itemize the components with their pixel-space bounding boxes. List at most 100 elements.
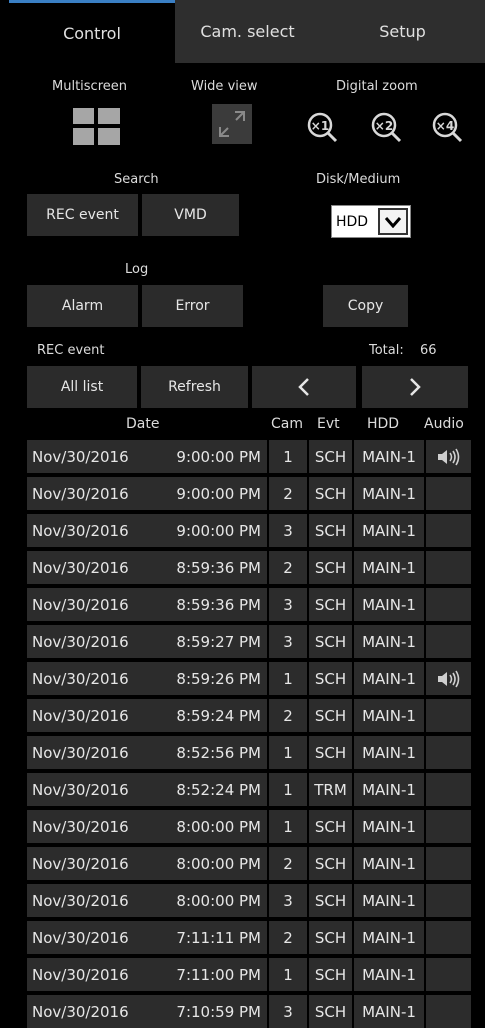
time-text: 9:00:00 PM — [176, 484, 261, 503]
multiscreen-icon[interactable] — [73, 108, 120, 145]
time-text: 8:59:27 PM — [176, 632, 261, 651]
hdd-cell: MAIN-1 — [354, 921, 424, 954]
cam-cell: 1 — [269, 773, 307, 806]
date-text: Nov/30/2016 — [32, 521, 129, 540]
date-text: Nov/30/2016 — [32, 1002, 129, 1021]
vmd-search-button[interactable]: VMD — [142, 194, 239, 236]
date-cell: Nov/30/2016 8:52:24 PM — [27, 773, 267, 806]
cam-cell: 1 — [269, 958, 307, 991]
time-text: 8:59:26 PM — [176, 669, 261, 688]
table-row[interactable]: Nov/30/2016 8:00:00 PM 3 SCH MAIN-1 — [27, 884, 473, 917]
table-row[interactable]: Nov/30/2016 7:11:11 PM 2 SCH MAIN-1 — [27, 921, 473, 954]
time-text: 8:00:00 PM — [176, 854, 261, 873]
date-cell: Nov/30/2016 8:52:56 PM — [27, 736, 267, 769]
cam-cell: 2 — [269, 699, 307, 732]
date-text: Nov/30/2016 — [32, 632, 129, 651]
date-cell: Nov/30/2016 8:00:00 PM — [27, 847, 267, 880]
tab-bar: Control Cam. select Setup — [9, 0, 485, 63]
cam-cell: 2 — [269, 477, 307, 510]
audio-cell — [426, 847, 471, 880]
tab-cam-select[interactable]: Cam. select — [175, 0, 320, 63]
cam-cell: 2 — [269, 921, 307, 954]
evt-cell: SCH — [309, 884, 352, 917]
table-row[interactable]: Nov/30/2016 8:00:00 PM 2 SCH MAIN-1 — [27, 847, 473, 880]
evt-cell: SCH — [309, 995, 352, 1028]
total-label: Total: — [369, 343, 404, 358]
table-row[interactable]: Nov/30/2016 9:00:00 PM 3 SCH MAIN-1 — [27, 514, 473, 547]
table-row[interactable]: Nov/30/2016 9:00:00 PM 1 SCH MAIN-1 — [27, 440, 473, 473]
audio-cell — [426, 884, 471, 917]
date-text: Nov/30/2016 — [32, 447, 129, 466]
column-header-cam: Cam — [271, 416, 303, 432]
hdd-cell: MAIN-1 — [354, 477, 424, 510]
tab-setup[interactable]: Setup — [320, 0, 485, 63]
cam-cell: 3 — [269, 625, 307, 658]
time-text: 8:59:36 PM — [176, 558, 261, 577]
table-row[interactable]: Nov/30/2016 8:59:27 PM 3 SCH MAIN-1 — [27, 625, 473, 658]
audio-cell — [426, 995, 471, 1028]
time-text: 7:11:11 PM — [176, 928, 261, 947]
audio-cell — [426, 440, 471, 473]
zoom-x4-icon[interactable]: ×4 — [430, 110, 464, 144]
chevron-right-icon — [410, 378, 421, 396]
evt-cell: SCH — [309, 810, 352, 843]
wide-view-icon[interactable] — [212, 104, 252, 144]
column-header-hdd: HDD — [367, 416, 400, 432]
date-text: Nov/30/2016 — [32, 743, 129, 762]
alarm-log-button[interactable]: Alarm — [27, 285, 138, 327]
audio-cell — [426, 551, 471, 584]
evt-cell: SCH — [309, 662, 352, 695]
hdd-cell: MAIN-1 — [354, 551, 424, 584]
cam-cell: 1 — [269, 736, 307, 769]
disk-medium-value: HDD — [336, 213, 369, 230]
time-text: 9:00:00 PM — [176, 447, 261, 466]
date-cell: Nov/30/2016 8:59:26 PM — [27, 662, 267, 695]
date-text: Nov/30/2016 — [32, 669, 129, 688]
audio-cell — [426, 662, 471, 695]
zoom-x1-icon[interactable]: ×1 — [305, 110, 339, 144]
disk-medium-select[interactable]: HDD — [331, 205, 411, 238]
table-row[interactable]: Nov/30/2016 8:52:24 PM 1 TRM MAIN-1 — [27, 773, 473, 806]
previous-page-button[interactable] — [252, 366, 356, 408]
svg-text:×1: ×1 — [311, 119, 329, 133]
table-row[interactable]: Nov/30/2016 8:59:36 PM 2 SCH MAIN-1 — [27, 551, 473, 584]
audio-cell — [426, 773, 471, 806]
date-cell: Nov/30/2016 7:11:00 PM — [27, 958, 267, 991]
table-row[interactable]: Nov/30/2016 8:00:00 PM 1 SCH MAIN-1 — [27, 810, 473, 843]
table-row[interactable]: Nov/30/2016 7:11:00 PM 1 SCH MAIN-1 — [27, 958, 473, 991]
zoom-x2-icon[interactable]: ×2 — [369, 110, 403, 144]
evt-cell: SCH — [309, 847, 352, 880]
next-page-button[interactable] — [362, 366, 468, 408]
table-row[interactable]: Nov/30/2016 8:52:56 PM 1 SCH MAIN-1 — [27, 736, 473, 769]
search-label: Search — [114, 172, 159, 187]
audio-cell — [426, 736, 471, 769]
copy-button[interactable]: Copy — [323, 285, 408, 327]
audio-cell — [426, 477, 471, 510]
evt-cell: SCH — [309, 736, 352, 769]
hdd-cell: MAIN-1 — [354, 847, 424, 880]
table-row[interactable]: Nov/30/2016 8:59:36 PM 3 SCH MAIN-1 — [27, 588, 473, 621]
table-row[interactable]: Nov/30/2016 7:10:59 PM 3 SCH MAIN-1 — [27, 995, 473, 1028]
refresh-button[interactable]: Refresh — [141, 366, 248, 408]
hdd-cell: MAIN-1 — [354, 884, 424, 917]
cam-cell: 1 — [269, 440, 307, 473]
cam-cell: 3 — [269, 884, 307, 917]
error-log-button[interactable]: Error — [142, 285, 243, 327]
rec-event-list-label: REC event — [37, 343, 105, 358]
time-text: 7:10:59 PM — [176, 1002, 261, 1021]
date-cell: Nov/30/2016 9:00:00 PM — [27, 440, 267, 473]
date-text: Nov/30/2016 — [32, 595, 129, 614]
table-row[interactable]: Nov/30/2016 9:00:00 PM 2 SCH MAIN-1 — [27, 477, 473, 510]
time-text: 9:00:00 PM — [176, 521, 261, 540]
table-row[interactable]: Nov/30/2016 8:59:24 PM 2 SCH MAIN-1 — [27, 699, 473, 732]
evt-cell: SCH — [309, 477, 352, 510]
table-row[interactable]: Nov/30/2016 8:59:26 PM 1 SCH MAIN-1 — [27, 662, 473, 695]
multiscreen-label: Multiscreen — [52, 79, 127, 94]
hdd-cell: MAIN-1 — [354, 773, 424, 806]
cam-cell: 3 — [269, 588, 307, 621]
tab-control[interactable]: Control — [9, 0, 175, 63]
all-list-button[interactable]: All list — [27, 366, 137, 408]
rec-event-search-button[interactable]: REC event — [27, 194, 138, 236]
chevron-down-icon[interactable] — [378, 208, 408, 235]
hdd-cell: MAIN-1 — [354, 625, 424, 658]
